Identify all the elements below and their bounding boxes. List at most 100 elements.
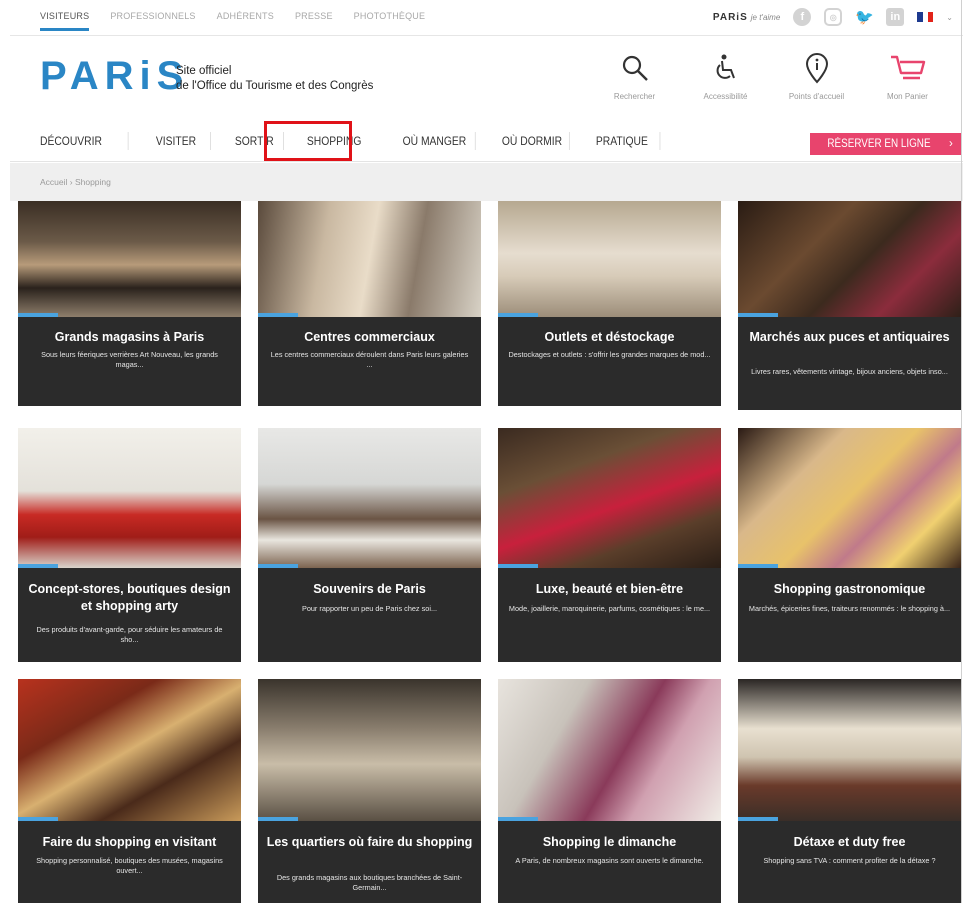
breadcrumb-text[interactable]: Accueil › Shopping — [40, 177, 111, 187]
page: VISITEURS PROFESSIONNELS ADHÉRENTS PRESS… — [0, 0, 963, 903]
wheelchair-icon — [713, 50, 739, 86]
shopping-category-grid: Grands magasins à Paris Sous leurs féeri… — [0, 201, 963, 903]
card-desc: A Paris, de nombreux magasins sont ouver… — [515, 856, 704, 865]
card-desc: Pour rapporter un peu de Paris chez soi.… — [301, 604, 438, 613]
category-card[interactable]: Luxe, beauté et bien-être Mode, joailler… — [498, 428, 721, 662]
audience-link-adherents[interactable]: ADHÉRENTS — [217, 11, 274, 21]
nav-item-visiter[interactable]: VISITER — [143, 132, 211, 150]
card-image-souvenirs — [258, 428, 481, 568]
card-desc: Marchés, épiceries fines, traiteurs reno… — [748, 604, 951, 613]
tagline-line-2: de l'Office du Tourisme et des Congrès — [176, 80, 374, 92]
header-tools: Rechercher Accessibilité Points d'accuei… — [589, 50, 953, 101]
card-accent — [498, 817, 538, 821]
card-title: Détaxe et duty free — [793, 835, 906, 849]
card-desc: Sous leurs féeriques verrières Art Nouve… — [41, 350, 218, 369]
breadcrumb: Accueil › Shopping — [10, 163, 963, 201]
card-image-concept-store — [18, 428, 241, 568]
french-flag-icon[interactable] — [917, 12, 934, 22]
card-accent — [498, 564, 538, 568]
card-title: Marchés aux puces et antiquaires — [749, 330, 950, 344]
card-accent — [18, 817, 58, 821]
nav-items: DÉCOUVRIR VISITER SORTIR SHOPPING OÙ MAN… — [40, 120, 673, 162]
card-accent — [258, 313, 298, 317]
card-title: Faire du shopping en visitant — [42, 835, 217, 849]
nav-item-pratique[interactable]: PRATIQUE — [583, 132, 661, 150]
card-image-gastronomy — [738, 428, 961, 568]
card-image-sunday-shopping — [498, 679, 721, 821]
search-icon — [620, 50, 650, 86]
tagline-line-1: Site officiel — [176, 65, 232, 77]
card-accent — [738, 564, 778, 568]
card-desc: Livres rares, vêtements vintage, bijoux … — [751, 367, 948, 376]
cart-icon — [889, 50, 927, 86]
card-image-department-store — [18, 201, 241, 317]
site-tagline: Site officiel de l'Office du Tourisme et… — [176, 64, 373, 94]
paris-logo[interactable]: PARiS — [40, 54, 189, 99]
card-image-luxury — [498, 428, 721, 568]
facebook-icon[interactable]: f — [793, 8, 812, 26]
card-desc: Des produits d'avant-garde, pour séduire… — [36, 625, 223, 644]
card-title: Centres commerciaux — [304, 330, 435, 344]
linkedin-icon[interactable]: in — [886, 8, 905, 26]
cart-tool[interactable]: Mon Panier — [862, 50, 953, 101]
nav-item-decouvrir[interactable]: DÉCOUVRIR — [40, 132, 129, 150]
card-accent — [738, 313, 778, 317]
category-card[interactable]: Faire du shopping en visitant Shopping p… — [18, 679, 241, 903]
twitter-icon[interactable]: 🐦 — [855, 8, 874, 26]
book-online-label: RÉSERVER EN LIGNE — [827, 138, 931, 150]
book-online-button[interactable]: RÉSERVER EN LIGNE › — [810, 133, 962, 155]
category-card[interactable]: Grands magasins à Paris Sous leurs féeri… — [18, 201, 241, 406]
shopping-highlight-box — [264, 121, 352, 161]
card-desc: Des grands magasins aux boutiques branch… — [276, 873, 463, 892]
card-accent — [18, 313, 58, 317]
paris-je-taime-logo[interactable]: PARiS je t'aime — [713, 12, 780, 23]
card-accent — [258, 817, 298, 821]
category-card[interactable]: Outlets et déstockage Destockages et out… — [498, 201, 721, 406]
category-card[interactable]: Concept-stores, boutiques design et shop… — [18, 428, 241, 662]
audience-link-phototheque[interactable]: PHOTOTHÈQUE — [354, 11, 426, 21]
category-card[interactable]: Shopping gastronomique Marchés, épicerie… — [738, 428, 961, 662]
card-image-duty-free — [738, 679, 961, 821]
card-title: Shopping le dimanche — [542, 835, 677, 849]
card-image-flea-market — [738, 201, 961, 317]
site-header: PARiS Site officiel de l'Office du Touri… — [10, 36, 963, 120]
nav-item-ou-manger[interactable]: OÙ MANGER — [394, 132, 476, 150]
search-tool[interactable]: Rechercher — [589, 50, 680, 101]
category-card[interactable]: Centres commerciaux Les centres commerci… — [258, 201, 481, 406]
search-label: Rechercher — [613, 92, 656, 101]
card-image-museum-shopping — [18, 679, 241, 821]
info-pin-icon — [804, 50, 830, 86]
audience-link-visiteurs[interactable]: VISITEURS — [40, 11, 90, 31]
nav-item-ou-dormir[interactable]: OÙ DORMIR — [489, 132, 570, 150]
accessibility-tool[interactable]: Accessibilité — [680, 50, 771, 101]
welcome-points-tool[interactable]: Points d'accueil — [771, 50, 862, 101]
top-right-tools: PARiS je t'aime f ◎ 🐦 in ⌄ — [713, 8, 953, 26]
welcome-points-label: Points d'accueil — [788, 92, 845, 101]
card-desc: Shopping personnalisé, boutiques des mus… — [36, 856, 223, 875]
category-card[interactable]: Shopping le dimanche A Paris, de nombreu… — [498, 679, 721, 903]
cart-label: Mon Panier — [887, 92, 928, 101]
accessibility-label: Accessibilité — [703, 92, 748, 101]
card-accent — [498, 313, 538, 317]
card-image-outlets — [498, 201, 721, 317]
audience-link-professionnels[interactable]: PROFESSIONNELS — [110, 11, 195, 21]
top-utility-bar: VISITEURS PROFESSIONNELS ADHÉRENTS PRESS… — [10, 0, 963, 36]
chevron-down-icon[interactable]: ⌄ — [946, 13, 953, 22]
card-title: Concept-stores, boutiques design et shop… — [28, 582, 231, 613]
card-desc: Mode, joaillerie, maroquinerie, parfums,… — [508, 604, 711, 613]
category-card[interactable]: Marchés aux puces et antiquaires Livres … — [738, 201, 961, 410]
card-desc: Destockages et outlets : s'offrir les gr… — [508, 350, 711, 359]
card-title: Grands magasins à Paris — [54, 330, 205, 344]
card-accent — [258, 564, 298, 568]
audience-link-presse[interactable]: PRESSE — [295, 11, 333, 21]
card-title: Shopping gastronomique — [773, 582, 926, 596]
card-title: Outlets et déstockage — [544, 330, 675, 344]
category-card[interactable]: Les quartiers où faire du shopping Des g… — [258, 679, 481, 903]
category-card[interactable]: Détaxe et duty free Shopping sans TVA : … — [738, 679, 961, 903]
card-desc: Shopping sans TVA : comment profiter de … — [763, 856, 936, 865]
card-accent — [18, 564, 58, 568]
category-card[interactable]: Souvenirs de Paris Pour rapporter un peu… — [258, 428, 481, 662]
instagram-icon[interactable]: ◎ — [824, 8, 843, 26]
screenshot-right-border — [961, 0, 962, 903]
card-title: Les quartiers où faire du shopping — [266, 835, 473, 849]
